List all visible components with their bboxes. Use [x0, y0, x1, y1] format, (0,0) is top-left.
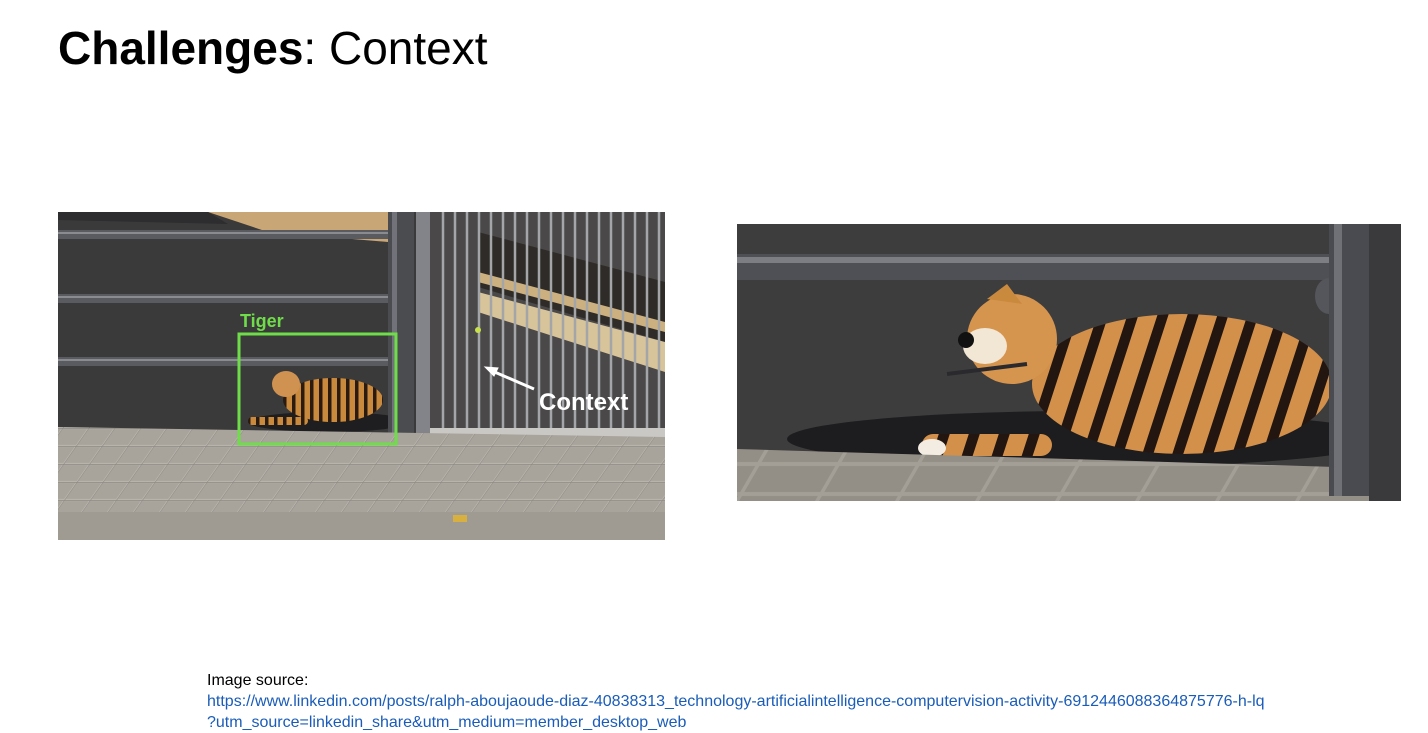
slide-title-bold: Challenges	[58, 22, 304, 74]
right-closeup-photo	[737, 224, 1401, 501]
image-source-label: Image source:	[207, 672, 309, 689]
context-label: Context	[539, 389, 628, 416]
left-annotated-photo: Tiger Context	[58, 212, 665, 540]
slide-title-rest: : Context	[303, 22, 488, 74]
image-source-link-line1[interactable]: https://www.linkedin.com/posts/ralph-abo…	[207, 691, 1422, 712]
tiger-box-label: Tiger	[240, 311, 284, 331]
image-source: Image source: https://www.linkedin.com/p…	[207, 670, 1422, 733]
image-source-link-line2[interactable]: ?utm_source=linkedin_share&utm_medium=me…	[207, 712, 1422, 733]
slide-title: Challenges: Context	[58, 20, 488, 76]
